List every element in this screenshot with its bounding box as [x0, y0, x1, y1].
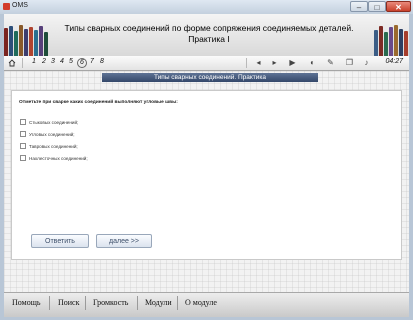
menu-modules[interactable]: Модули — [145, 298, 172, 307]
navigation-toolbar: 1 2 3 4 5 6 7 8 ◂ ▸ ▶ ◐ ✎ ❐ ♪ 04:27 — [4, 56, 409, 71]
menu-separator — [49, 296, 50, 310]
page-title-line2: Практика I — [188, 34, 230, 44]
menu-separator — [137, 296, 138, 310]
window-titlebar: OMS – □ ✕ — [0, 0, 413, 15]
page-title-line1: Типы сварных соединений по форме сопряже… — [64, 23, 354, 33]
toolbar-separator — [22, 58, 23, 68]
menu-volume[interactable]: Громкость — [93, 298, 128, 307]
page-link-3[interactable]: 3 — [51, 58, 55, 65]
books-illustration-right — [374, 24, 409, 56]
option-checkbox[interactable] — [20, 131, 26, 137]
option-checkbox[interactable] — [20, 143, 26, 149]
page-link-1[interactable]: 1 — [32, 58, 36, 65]
menu-help[interactable]: Помощь — [12, 298, 41, 307]
minimize-button[interactable]: – — [350, 1, 368, 12]
home-icon[interactable] — [8, 59, 16, 67]
page-link-4[interactable]: 4 — [60, 58, 64, 65]
maximize-button[interactable]: □ — [368, 1, 386, 12]
sound-icon[interactable]: ♪ — [362, 58, 371, 67]
play-icon[interactable]: ▶ — [288, 58, 297, 67]
quiz-option[interactable]: Нахлесточных соединений; — [20, 155, 88, 161]
page-link-2[interactable]: 2 — [42, 58, 46, 65]
next-button[interactable]: далее >> — [96, 234, 152, 248]
volume-icon[interactable]: ◐ — [308, 58, 317, 67]
section-title: Типы сварных соединений. Практика — [102, 73, 318, 82]
quiz-option[interactable]: Угловых соединений; — [20, 131, 75, 137]
page-link-5[interactable]: 5 — [69, 58, 73, 65]
page-link-6-active[interactable]: 6 — [77, 57, 87, 68]
option-label: Нахлесточных соединений; — [29, 155, 88, 161]
quiz-option[interactable]: Стыковых соединений; — [20, 119, 78, 125]
option-label: Тавровых соединений; — [29, 143, 78, 149]
menu-search[interactable]: Поиск — [58, 298, 80, 307]
pages-icon[interactable]: ❐ — [345, 58, 354, 67]
quiz-question: Отметьте при сварке каких соединений вып… — [19, 100, 178, 105]
books-illustration-left — [4, 24, 49, 56]
option-label: Стыковых соединений; — [29, 119, 79, 125]
module-header: Типы сварных соединений по форме сопряже… — [4, 14, 409, 57]
page-title: Типы сварных соединений по форме сопряже… — [64, 23, 354, 45]
window-title: OMS — [12, 2, 28, 9]
toolbar-separator — [246, 58, 247, 68]
page-link-8[interactable]: 8 — [100, 58, 104, 65]
window-frame-right — [409, 14, 413, 320]
menu-separator — [85, 296, 86, 310]
forward-icon[interactable]: ▸ — [270, 58, 279, 67]
option-checkbox[interactable] — [20, 155, 26, 161]
tools-icon[interactable]: ✎ — [326, 58, 335, 67]
answer-button[interactable]: Ответить — [31, 234, 89, 248]
option-checkbox[interactable] — [20, 119, 26, 125]
quiz-option[interactable]: Тавровых соединений; — [20, 143, 78, 149]
option-label: Угловых соединений; — [29, 131, 75, 137]
back-icon[interactable]: ◂ — [254, 58, 263, 67]
close-button[interactable]: ✕ — [386, 1, 411, 12]
menu-separator — [177, 296, 178, 310]
menu-about[interactable]: О модуле — [185, 298, 217, 307]
page-link-7[interactable]: 7 — [90, 58, 94, 65]
timer: 04:27 — [385, 58, 403, 65]
app-icon — [3, 3, 10, 10]
